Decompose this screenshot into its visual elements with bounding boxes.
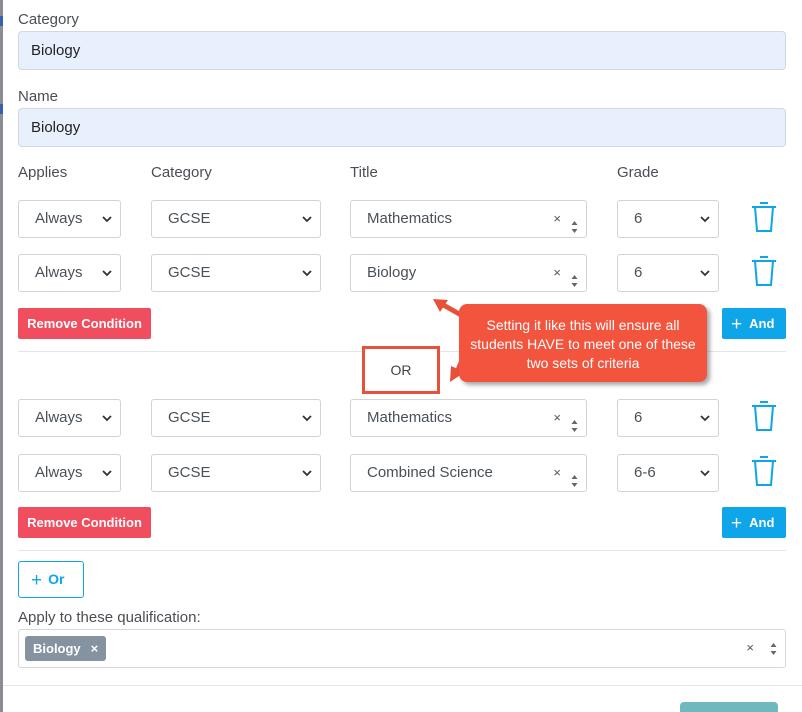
column-grade: Grade: [617, 164, 659, 181]
applies-select[interactable]: Always: [18, 200, 121, 238]
footer-divider: [3, 685, 802, 686]
title-value: Biology: [367, 264, 417, 281]
sort-arrows-icon: [571, 466, 578, 502]
sort-arrows-icon: [571, 212, 578, 248]
applies-select[interactable]: Always: [18, 454, 121, 492]
category-value: GCSE: [168, 409, 211, 426]
trash-icon[interactable]: [750, 254, 778, 288]
or-button-label: Or: [48, 571, 65, 587]
category-select[interactable]: GCSE: [151, 399, 321, 437]
title-value: Combined Science: [367, 464, 493, 481]
category-select[interactable]: GCSE: [151, 454, 321, 492]
grade-value: 6: [634, 409, 643, 426]
qualification-tag-label: Biology: [33, 641, 81, 656]
chevron-down-icon: [700, 455, 710, 477]
grade-select[interactable]: 6: [617, 254, 719, 292]
title-select[interactable]: Mathematics ×: [350, 200, 587, 238]
group-divider: [18, 550, 786, 551]
title-select[interactable]: Biology ×: [350, 254, 587, 292]
remove-condition-button[interactable]: Remove Condition: [18, 507, 151, 538]
chevron-down-icon: [102, 201, 112, 223]
sort-arrows-icon: [770, 642, 777, 661]
column-category: Category: [151, 164, 212, 181]
chevron-down-icon: [302, 201, 312, 223]
column-applies: Applies: [18, 164, 68, 181]
chevron-down-icon: [102, 255, 112, 277]
title-value: Mathematics: [367, 409, 453, 426]
chevron-down-icon: [700, 255, 710, 277]
trash-icon[interactable]: [750, 454, 778, 488]
applies-value: Always: [35, 264, 83, 281]
applies-value: Always: [35, 464, 83, 481]
edge-marker: [0, 16, 3, 26]
grade-select[interactable]: 6-6: [617, 454, 719, 492]
annotation-callout: Setting it like this will ensure all stu…: [459, 304, 707, 382]
chevron-down-icon: [700, 201, 710, 223]
category-select[interactable]: GCSE: [151, 254, 321, 292]
grade-value: 6-6: [634, 464, 656, 481]
category-label: Category: [18, 11, 79, 28]
category-select[interactable]: GCSE: [151, 200, 321, 238]
clear-icon[interactable]: ×: [553, 201, 561, 237]
chevron-down-icon: [302, 255, 312, 277]
grade-value: 6: [634, 264, 643, 281]
category-value: GCSE: [168, 264, 211, 281]
category-value: GCSE: [168, 210, 211, 227]
trash-icon[interactable]: [750, 399, 778, 433]
category-input[interactable]: Biology: [18, 31, 786, 70]
title-select[interactable]: Combined Science ×: [350, 454, 587, 492]
and-button-label: And: [749, 316, 775, 331]
category-value: GCSE: [168, 464, 211, 481]
and-button-label: And: [749, 515, 775, 530]
applies-value: Always: [35, 210, 83, 227]
trash-icon[interactable]: [750, 200, 778, 234]
chevron-down-icon: [102, 455, 112, 477]
and-button[interactable]: + And: [722, 308, 786, 339]
chevron-down-icon: [700, 400, 710, 422]
applies-select[interactable]: Always: [18, 254, 121, 292]
title-select[interactable]: Mathematics ×: [350, 399, 587, 437]
plus-icon: +: [731, 513, 743, 534]
clear-icon[interactable]: ×: [553, 255, 561, 291]
clear-icon[interactable]: ×: [553, 400, 561, 436]
add-or-group-button[interactable]: + Or: [18, 561, 84, 598]
applies-value: Always: [35, 409, 83, 426]
column-title: Title: [350, 164, 378, 181]
chevron-down-icon: [102, 400, 112, 422]
clear-icon[interactable]: ×: [746, 640, 754, 655]
grade-select[interactable]: 6: [617, 399, 719, 437]
title-value: Mathematics: [367, 210, 453, 227]
plus-icon: +: [731, 314, 743, 335]
edge-marker: [0, 104, 3, 114]
name-input[interactable]: Biology: [18, 108, 786, 147]
save-button[interactable]: [680, 702, 778, 712]
name-label: Name: [18, 88, 59, 105]
sort-arrows-icon: [571, 411, 578, 447]
qualifications-label: Apply to these qualification:: [18, 609, 201, 626]
clear-icon[interactable]: ×: [553, 455, 561, 491]
chevron-down-icon: [302, 455, 312, 477]
chevron-down-icon: [302, 400, 312, 422]
remove-condition-button[interactable]: Remove Condition: [18, 308, 151, 339]
qualification-tag: Biology ×: [25, 636, 107, 661]
applies-select[interactable]: Always: [18, 399, 121, 437]
qualifications-multiselect[interactable]: Biology × ×: [18, 629, 786, 668]
plus-icon: +: [31, 570, 43, 591]
grade-value: 6: [634, 210, 643, 227]
and-button[interactable]: + And: [722, 507, 786, 538]
tag-remove-icon[interactable]: ×: [91, 641, 99, 656]
grade-select[interactable]: 6: [617, 200, 719, 238]
sort-arrows-icon: [571, 266, 578, 302]
